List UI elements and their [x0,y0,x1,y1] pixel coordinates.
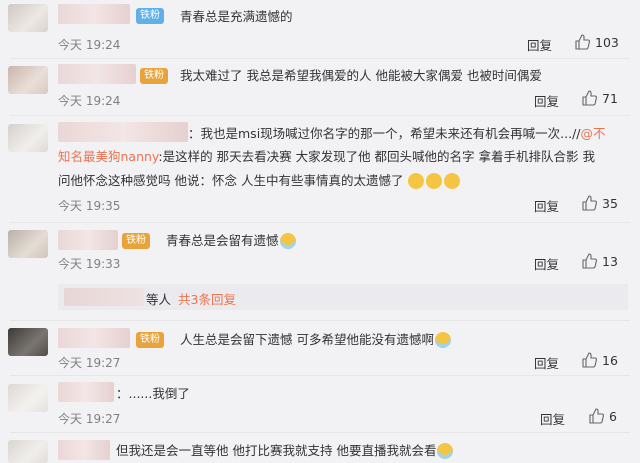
avatar[interactable] [8,4,48,32]
thumbs-up-icon [589,408,604,424]
reply-button[interactable]: 回复 [534,196,559,215]
sad-emoji-icon [408,172,425,189]
comment-text: 问他怀念这种感觉吗 他说：怀念 人生中有些事情真的太遗憾了 [58,170,461,191]
view-replies-link[interactable]: 共3条回复 [178,292,236,307]
reply-button[interactable]: 回复 [534,353,559,372]
crying-emoji-icon [279,232,296,249]
username[interactable] [58,230,118,250]
crying-emoji-icon [437,442,454,459]
avatar[interactable] [8,230,48,258]
like-count: 13 [602,253,618,269]
like-button[interactable]: 103 [574,34,619,50]
fan-badge: 铁粉 [136,8,164,24]
comment-text: 我太难过了 我总是希望我偶爱的人 他能被大家偶爱 也被时间偶爱 [180,68,542,83]
comment-text: 青春总是充满遗憾的 [180,9,293,24]
reply-button[interactable]: 回复 [534,254,559,273]
username[interactable] [58,122,188,142]
like-button[interactable]: 13 [581,253,618,269]
comment-list: 铁粉 青春总是充满遗憾的 今天 19:24 回复 103 铁粉 我太难过了 我总… [0,0,640,463]
sub-reply-usernames [64,288,144,306]
sub-reply-summary[interactable]: 等人 共3条回复 [58,284,628,310]
divider [10,320,630,321]
fan-badge: 铁粉 [140,68,168,84]
like-button[interactable]: 35 [581,195,618,211]
username[interactable] [58,4,130,24]
mention-link[interactable]: 知名最美狗nanny [58,149,158,164]
sub-reply-prefix: 等人 [146,292,172,307]
like-count: 6 [609,408,617,424]
avatar[interactable] [8,384,48,412]
timestamp: 今天 19:24 [58,94,121,108]
mention-link[interactable]: @不 [581,126,606,141]
thumbs-up-icon [582,90,597,106]
like-button[interactable]: 16 [581,352,618,368]
divider [10,375,630,376]
fan-badge: 铁粉 [136,332,164,348]
divider [10,222,630,223]
comment-text: ：......我倒了 [116,386,190,401]
thumbs-up-icon [575,34,590,50]
sad-emoji-icon [444,172,461,189]
divider [10,432,630,433]
like-count: 35 [602,195,618,211]
timestamp: 今天 19:35 [58,199,121,213]
thumbs-up-icon [582,352,597,368]
username[interactable] [58,64,136,84]
divider [10,58,630,59]
comment-text: 但我还是会一直等他 他打比赛我就支持 他要直播我就会看 [116,440,454,461]
avatar[interactable] [8,66,48,94]
avatar[interactable] [8,440,48,463]
comment-text: 青春总是会留有遗憾 [166,230,297,251]
reply-button[interactable]: 回复 [540,409,565,428]
username[interactable] [58,440,110,460]
username[interactable] [58,328,130,348]
comment-text: ：我也是msi现场喊过你名字的那一个，希望未来还有机会再喊一次...//@不 [188,126,606,141]
comment-text: 知名最美狗nanny:是这样的 那天去看决赛 大家发现了他 都回头喊他的名字 拿… [58,149,596,164]
thumbs-up-icon [582,253,597,269]
timestamp: 今天 19:27 [58,356,121,370]
reply-button[interactable]: 回复 [534,91,559,110]
timestamp: 今天 19:24 [58,38,121,52]
like-button[interactable]: 71 [581,90,618,106]
comment-text: 人生总是会留下遗憾 可多希望他能没有遗憾啊 [180,329,452,350]
divider [10,115,630,116]
reply-button[interactable]: 回复 [527,35,552,54]
timestamp: 今天 19:33 [58,257,121,271]
avatar[interactable] [8,124,48,152]
timestamp: 今天 19:27 [58,412,121,426]
fan-badge: 铁粉 [122,233,150,249]
username[interactable] [58,382,114,402]
like-count: 71 [602,90,618,106]
like-count: 16 [602,352,618,368]
crying-emoji-icon [434,331,451,348]
like-button[interactable]: 6 [588,408,617,424]
like-count: 103 [595,34,619,50]
sad-emoji-icon [426,172,443,189]
avatar[interactable] [8,328,48,356]
thumbs-up-icon [582,195,597,211]
